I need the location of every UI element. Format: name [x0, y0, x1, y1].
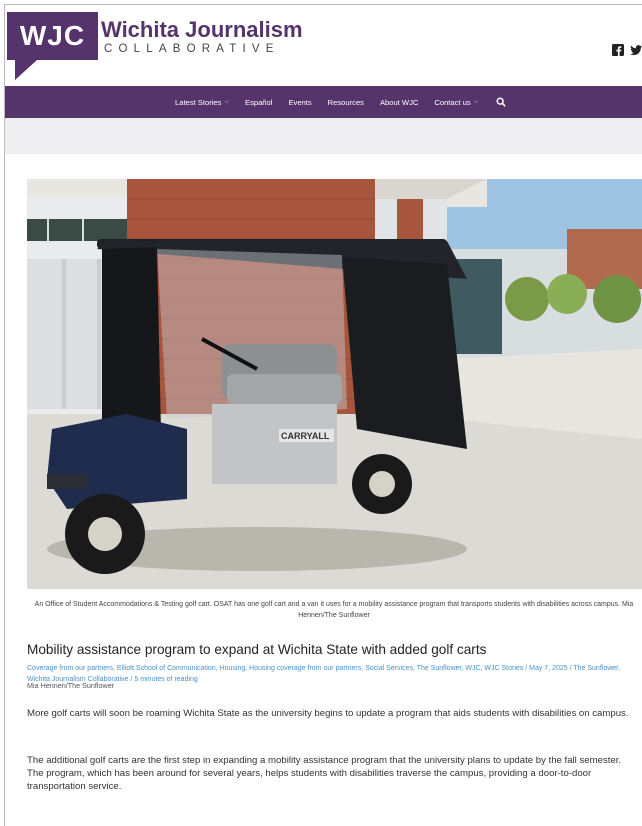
site-title[interactable]: Wichita Journalism [101, 17, 303, 43]
search-button[interactable] [486, 97, 514, 107]
nav-item-espanol[interactable]: Español [237, 98, 280, 107]
photo-caption: An Office of Student Accommodations & Te… [34, 601, 634, 619]
article-paragraph: The additional golf carts are the first … [27, 755, 622, 792]
nav-item-about-wjc[interactable]: About WJC [372, 98, 426, 107]
header-spacer-band [5, 118, 642, 154]
nav-item-contact-us[interactable]: Contact us ⌵ [426, 98, 486, 107]
twitter-icon[interactable] [630, 43, 642, 56]
chevron-down-icon: ⌵ [473, 98, 479, 105]
site-header: WJC Wichita Journalism COLLABORATIVE [5, 5, 642, 86]
article-byline: Mia Hennen/The Sunflower [27, 681, 115, 690]
chevron-down-icon: ⌵ [224, 98, 229, 105]
facebook-icon[interactable] [612, 43, 624, 56]
nav-item-events[interactable]: Events [280, 98, 319, 107]
nav-item-resources[interactable]: Resources [320, 98, 372, 107]
search-icon [496, 97, 507, 107]
article-paragraph: More golf carts will soon be roaming Wic… [27, 708, 629, 719]
article-photo: CARRYALL [27, 179, 642, 589]
wjc-logo[interactable]: WJC [7, 12, 98, 82]
main-navigation: Latest Stories ⌵ Español Events Resources… [5, 86, 642, 118]
cart-brand-label: CARRYALL [281, 431, 330, 441]
social-links [612, 43, 642, 56]
article-meta-links[interactable]: Coverage from our partners, Elliott Scho… [27, 663, 641, 685]
nav-item-latest-stories[interactable]: Latest Stories ⌵ [167, 98, 237, 107]
logo-text: WJC [19, 20, 86, 51]
site-subtitle: COLLABORATIVE [104, 43, 280, 55]
article-headline: Mobility assistance program to expand at… [27, 642, 487, 657]
golf-cart-photo-illustration: CARRYALL [27, 179, 642, 589]
